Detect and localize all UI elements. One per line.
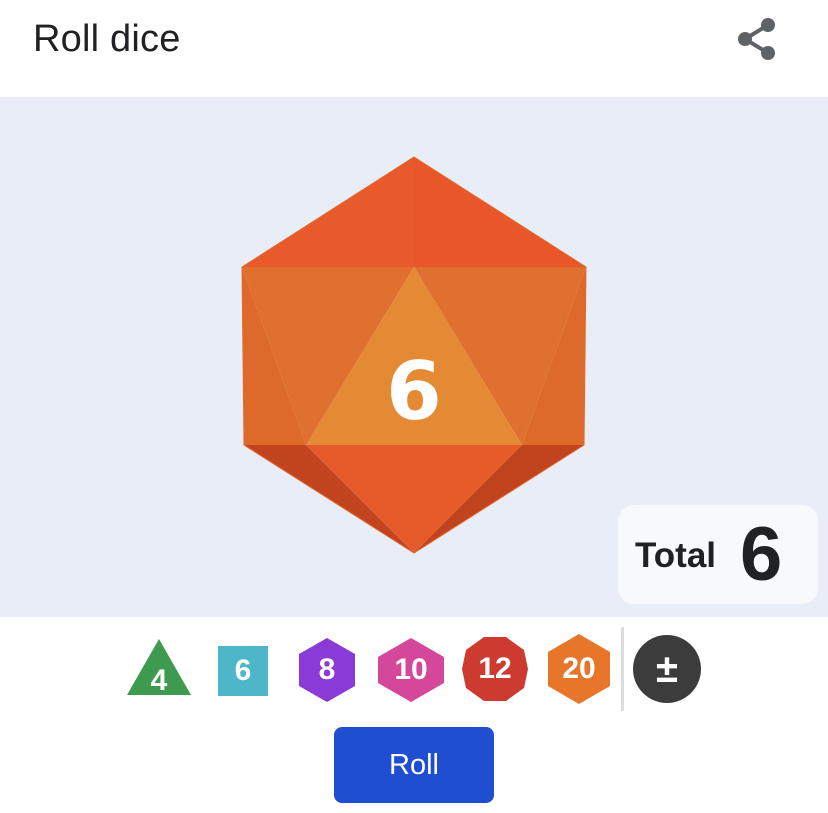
modifier-button[interactable]: ± xyxy=(633,635,701,703)
d6-label: 6 xyxy=(234,654,252,687)
page-title: Roll dice xyxy=(33,18,181,60)
roll-button[interactable]: Roll xyxy=(334,727,494,803)
total-value: 6 xyxy=(740,512,783,597)
rolled-value: 6 xyxy=(386,344,442,438)
share-icon[interactable] xyxy=(733,15,781,63)
d20-die-icon: 6 xyxy=(238,155,590,555)
d8-button[interactable]: 8 xyxy=(297,637,357,703)
d20-label: 20 xyxy=(562,652,596,685)
dice-selector: 4 6 8 10 12 20 ± xyxy=(0,617,828,717)
plus-minus-icon: ± xyxy=(656,646,678,691)
d10-button[interactable]: 10 xyxy=(376,637,446,703)
divider xyxy=(621,627,624,711)
d20-button[interactable]: 20 xyxy=(546,633,612,705)
dice-stage: 6 Total 6 xyxy=(0,97,828,617)
d10-label: 10 xyxy=(394,653,428,686)
d4-button[interactable]: 4 xyxy=(125,637,193,697)
d12-label: 12 xyxy=(478,652,512,685)
d12-button[interactable]: 12 xyxy=(462,635,528,703)
d8-label: 8 xyxy=(318,653,336,686)
total-label: Total xyxy=(635,536,717,575)
d6-button[interactable]: 6 xyxy=(218,646,268,696)
header: Roll dice xyxy=(0,0,828,97)
total-card: Total 6 xyxy=(618,505,818,604)
d4-label: 4 xyxy=(150,664,168,697)
